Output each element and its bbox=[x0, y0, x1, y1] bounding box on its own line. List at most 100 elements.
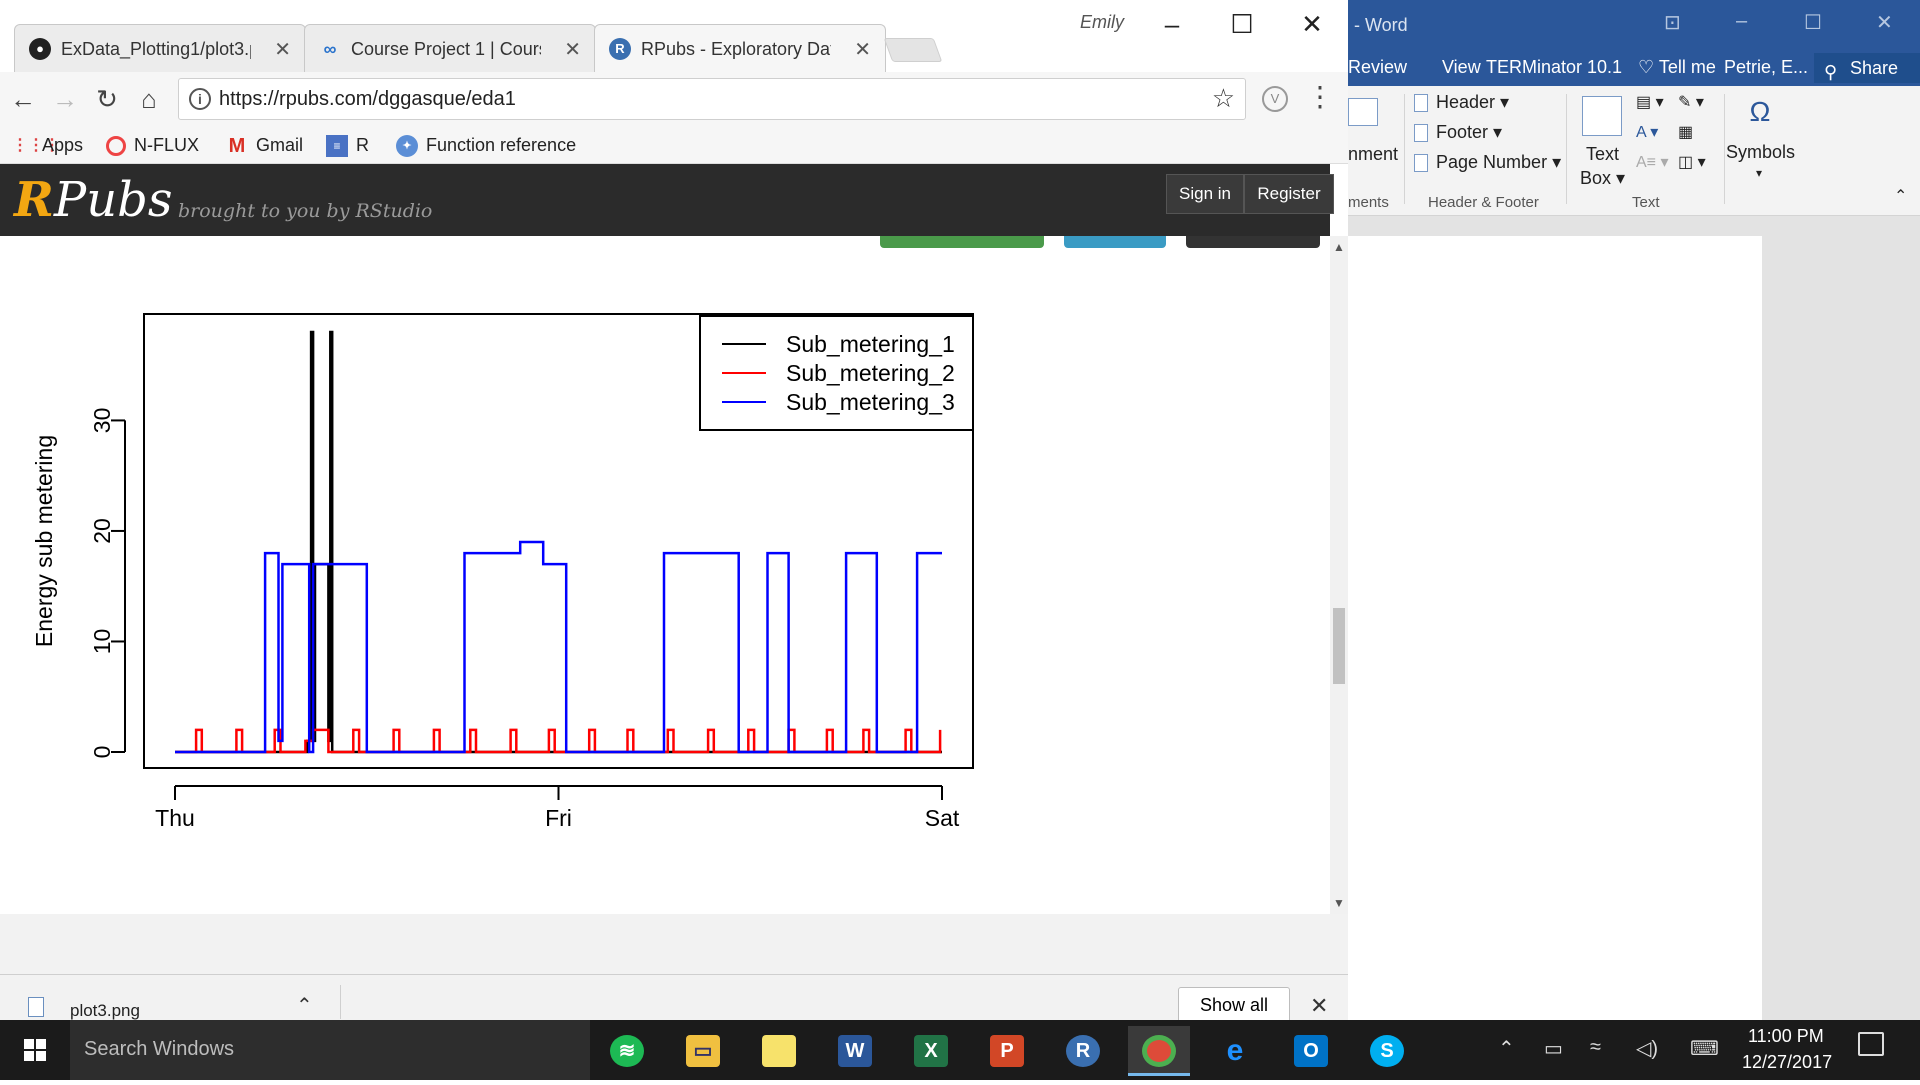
drop-cap-icon[interactable]: A≡ ▾ bbox=[1636, 152, 1668, 172]
download-file-name[interactable]: plot3.png bbox=[70, 1001, 140, 1020]
new-comment-button[interactable]: nment bbox=[1348, 144, 1398, 165]
clock-time[interactable]: 11:00 PM bbox=[1748, 1026, 1824, 1047]
minimize-icon[interactable]: – bbox=[1152, 6, 1192, 42]
action-center-icon[interactable] bbox=[1858, 1032, 1884, 1056]
footer-button[interactable]: Footer ▾ bbox=[1436, 122, 1502, 143]
search-windows-box[interactable]: Search Windows bbox=[70, 1020, 590, 1080]
scroll-up-icon[interactable]: ▲ bbox=[1333, 240, 1345, 254]
close-tab-icon[interactable]: ✕ bbox=[564, 37, 581, 62]
page-number-icon bbox=[1414, 154, 1428, 172]
signature-line-icon[interactable]: ✎ ▾ bbox=[1678, 92, 1704, 112]
extension-icon[interactable]: V bbox=[1262, 86, 1288, 112]
tab-github-plot3[interactable]: ● ExData_Plotting1/plot3.p ✕ bbox=[14, 24, 306, 72]
text-box-button[interactable]: Box ▾ bbox=[1580, 168, 1625, 189]
sticky-notes-icon[interactable] bbox=[748, 1026, 810, 1076]
wordart-icon[interactable]: A ▾ bbox=[1636, 122, 1658, 142]
close-window-icon[interactable]: ✕ bbox=[1292, 6, 1332, 42]
header-button[interactable]: Header ▾ bbox=[1436, 92, 1509, 113]
account-name[interactable]: Petrie, E... bbox=[1724, 57, 1808, 78]
powerpoint-icon[interactable]: P bbox=[976, 1026, 1038, 1076]
tab-coursera-project[interactable]: ∞ Course Project 1 | Course ✕ bbox=[304, 24, 596, 72]
object-icon[interactable]: ◫ ▾ bbox=[1678, 152, 1706, 172]
page-content: Thu Fri Sat 0 10 20 30 Sub_metering_1 Sub_meter… bbox=[0, 236, 1330, 914]
bookmark-label: Function reference bbox=[426, 135, 577, 155]
show-all-button[interactable]: Show all bbox=[1178, 987, 1290, 1020]
excel-icon[interactable]: X bbox=[900, 1026, 962, 1076]
quick-parts-icon[interactable]: ▤ ▾ bbox=[1636, 92, 1664, 112]
register-button[interactable]: Register bbox=[1244, 174, 1334, 214]
scroll-down-icon[interactable]: ▼ bbox=[1333, 896, 1345, 910]
bookmark-star-icon[interactable]: ☆ bbox=[1212, 83, 1235, 114]
scrollbar-thumb[interactable] bbox=[1333, 608, 1345, 684]
clock-date[interactable]: 12/27/2017 bbox=[1742, 1052, 1832, 1073]
text-box-label-1[interactable]: Text bbox=[1586, 144, 1619, 165]
share-button[interactable]: ⚲ Share bbox=[1814, 53, 1920, 83]
maximize-icon[interactable]: ☐ bbox=[1222, 6, 1262, 42]
skype-icon[interactable]: S bbox=[1356, 1026, 1418, 1076]
collapse-ribbon-icon[interactable]: ⌃ bbox=[1894, 186, 1907, 206]
edge-icon[interactable]: e bbox=[1204, 1026, 1266, 1076]
close-tab-icon[interactable]: ✕ bbox=[274, 37, 291, 62]
show-hidden-icons-icon[interactable]: ⌃ bbox=[1498, 1036, 1515, 1061]
page-scrollbar[interactable]: ▲ ▼ bbox=[1330, 236, 1348, 914]
series-line-Sub_metering_3 bbox=[175, 540, 942, 754]
word-icon[interactable]: W bbox=[824, 1026, 886, 1076]
page-footer-area bbox=[0, 914, 1348, 974]
page-number-button[interactable]: Page Number ▾ bbox=[1436, 152, 1561, 173]
sign-in-button[interactable]: Sign in bbox=[1166, 174, 1244, 214]
url-text[interactable]: https://rpubs.com/dggasque/eda1 bbox=[219, 88, 516, 111]
word-page[interactable] bbox=[1348, 236, 1762, 1020]
close-downloads-icon[interactable]: ✕ bbox=[1310, 993, 1328, 1019]
new-tab-button[interactable] bbox=[883, 38, 943, 62]
close-window-icon[interactable]: ✕ bbox=[1876, 10, 1893, 35]
outlook-icon[interactable]: O bbox=[1280, 1026, 1342, 1076]
share-label: Share bbox=[1850, 58, 1899, 78]
r-icon[interactable]: R bbox=[1052, 1026, 1114, 1076]
minimize-icon[interactable]: – bbox=[1736, 10, 1747, 33]
start-button[interactable] bbox=[0, 1020, 70, 1080]
file-explorer-icon[interactable]: ▭ bbox=[672, 1026, 734, 1076]
home-icon[interactable]: ⌂ bbox=[132, 82, 166, 116]
forward-arrow-icon[interactable]: → bbox=[48, 82, 82, 116]
y-tick-label: 20 bbox=[89, 518, 115, 544]
battery-icon[interactable]: ▭ bbox=[1544, 1036, 1563, 1061]
bookmark-r[interactable]: ≡ R bbox=[326, 132, 369, 158]
rpubs-logo-r: R bbox=[14, 172, 54, 228]
wifi-icon[interactable]: ≈ bbox=[1590, 1036, 1601, 1059]
bookmark-apps[interactable]: ⋮⋮⋮Apps bbox=[12, 132, 83, 158]
rpubs-logo[interactable]: RPubs bbox=[14, 172, 172, 228]
ribbon-display-icon[interactable]: ⊡ bbox=[1664, 10, 1681, 35]
tab-strip: ● ExData_Plotting1/plot3.p ✕ ∞ Course Pr… bbox=[0, 0, 1348, 72]
volume-icon[interactable]: ◁) bbox=[1636, 1036, 1658, 1061]
info-icon[interactable]: i bbox=[189, 88, 211, 110]
chevron-up-icon[interactable]: ⌃ bbox=[296, 993, 313, 1018]
tab-terminator[interactable]: TERMinator 10.1 bbox=[1486, 57, 1622, 78]
tell-me-box[interactable]: ♡ Tell me bbox=[1638, 57, 1716, 78]
legend-label: Sub_metering_1 bbox=[786, 331, 955, 357]
tab-view[interactable]: View bbox=[1442, 57, 1481, 78]
y-tick-label: 0 bbox=[89, 746, 115, 759]
date-time-icon[interactable]: ▦ bbox=[1678, 122, 1693, 142]
bookmark-gmail[interactable]: M Gmail bbox=[226, 132, 303, 158]
maximize-icon[interactable]: ☐ bbox=[1804, 10, 1822, 35]
chrome-icon[interactable] bbox=[1128, 1026, 1190, 1076]
keyboard-icon[interactable]: ⌨ bbox=[1690, 1036, 1719, 1061]
text-box-label-2: Box bbox=[1580, 168, 1612, 188]
rpubs-tagline: brought to you by RStudio bbox=[178, 200, 433, 222]
profile-name[interactable]: Emily bbox=[1080, 12, 1124, 33]
chrome-menu-icon[interactable]: ⋮ bbox=[1306, 82, 1334, 112]
spotify-icon[interactable]: ≋ bbox=[596, 1026, 658, 1076]
word-window: - Word ⊡ – ☐ ✕ Review View TERMinator 10… bbox=[1348, 0, 1920, 1020]
symbols-button[interactable]: Symbols bbox=[1726, 142, 1795, 163]
n-flux-icon bbox=[106, 136, 126, 157]
tab-rpubs[interactable]: R RPubs - Exploratory Data ✕ bbox=[594, 24, 886, 72]
bookmark-n-flux[interactable]: N-FLUX bbox=[106, 132, 199, 158]
bookmark-function-reference[interactable]: ✦ Function reference bbox=[396, 132, 576, 158]
address-bar[interactable]: i https://rpubs.com/dggasque/eda1 ☆ bbox=[178, 78, 1246, 120]
github-icon: ● bbox=[29, 38, 51, 60]
back-arrow-icon[interactable]: ← bbox=[6, 82, 40, 116]
close-tab-icon[interactable]: ✕ bbox=[854, 37, 871, 62]
reload-icon[interactable]: ↻ bbox=[90, 82, 124, 116]
tab-review[interactable]: Review bbox=[1348, 57, 1407, 78]
chevron-down-icon[interactable]: ▾ bbox=[1756, 166, 1762, 180]
